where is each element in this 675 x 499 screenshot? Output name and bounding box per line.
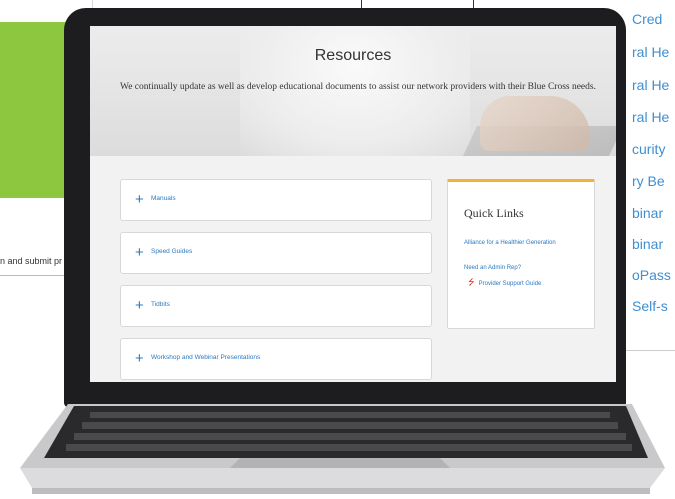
background-link[interactable]: Self-s bbox=[632, 298, 668, 314]
background-link[interactable]: Cred bbox=[632, 11, 662, 27]
plus-icon: + bbox=[135, 297, 144, 314]
plus-icon: + bbox=[135, 191, 144, 208]
accordion-label: Tidbits bbox=[151, 301, 170, 308]
background-link[interactable]: ral He bbox=[632, 109, 669, 125]
quick-link-alliance[interactable]: Alliance for a Healthier Generation bbox=[464, 239, 574, 248]
accordion-workshop-webinar[interactable]: + Workshop and Webinar Presentations bbox=[120, 338, 432, 380]
laptop-base bbox=[10, 400, 675, 499]
plus-icon: + bbox=[135, 244, 144, 261]
content-area: + Manuals + Speed Guides + Tidbits + Wor… bbox=[90, 156, 616, 382]
accordion-speed-guides[interactable]: + Speed Guides bbox=[120, 232, 432, 274]
background-link[interactable]: ry Be bbox=[632, 173, 665, 189]
background-link[interactable]: binar bbox=[632, 205, 663, 221]
quick-link-label: Provider Support Guide bbox=[478, 281, 542, 287]
quick-links-title: Quick Links bbox=[464, 206, 524, 220]
background-link[interactable]: curity bbox=[632, 141, 665, 157]
plus-icon: + bbox=[135, 350, 144, 367]
pdf-icon: ⭍ bbox=[468, 278, 475, 287]
accordion-label: Manuals bbox=[151, 195, 176, 202]
laptop-screen: Resources We continually update as well … bbox=[90, 26, 616, 382]
background-link[interactable]: ral He bbox=[632, 77, 669, 93]
quick-links-panel: Quick Links Alliance for a Healthier Gen… bbox=[447, 179, 595, 329]
accordion-label: Speed Guides bbox=[151, 248, 193, 255]
quick-link-provider-support-guide[interactable]: ⭍ Provider Support Guide bbox=[468, 278, 578, 289]
accordion-manuals[interactable]: + Manuals bbox=[120, 179, 432, 221]
background-link[interactable]: ral He bbox=[632, 44, 669, 60]
quick-link-admin-rep[interactable]: Need an Admin Rep? bbox=[464, 264, 574, 273]
hero-image-hand bbox=[480, 96, 590, 151]
page-title: Resources bbox=[314, 47, 392, 64]
laptop-keyboard-illustration bbox=[20, 404, 665, 494]
background-link[interactable]: oPass bbox=[632, 267, 671, 283]
accordion-label: Workshop and Webinar Presentations bbox=[151, 354, 261, 361]
page-subtitle: We continually update as well as develop… bbox=[120, 82, 596, 92]
accordion-tidbits[interactable]: + Tidbits bbox=[120, 285, 432, 327]
background-link[interactable]: binar bbox=[632, 236, 663, 252]
hero-banner: Resources We continually update as well … bbox=[90, 26, 616, 156]
